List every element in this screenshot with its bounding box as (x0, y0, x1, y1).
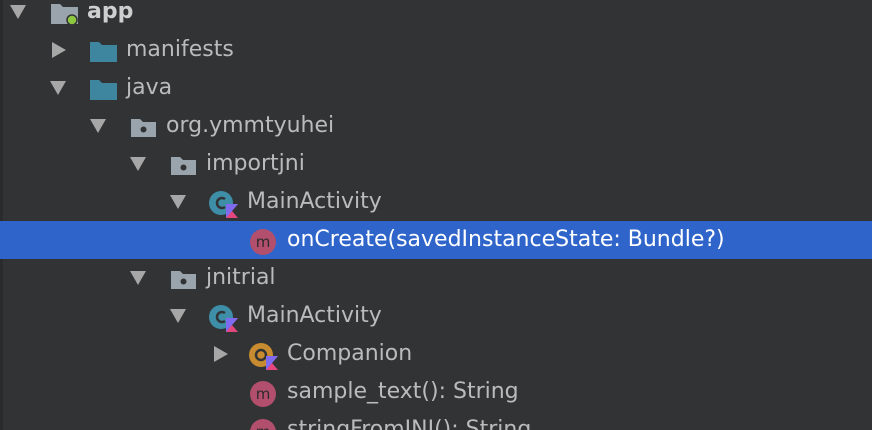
expand-arrow-icon[interactable] (130, 157, 146, 171)
tree-node-label: jnitrial (206, 265, 276, 290)
kotlin-class-icon (208, 190, 240, 222)
expand-arrow-icon[interactable] (170, 195, 186, 209)
package-icon (129, 114, 159, 144)
tree-node-label: MainActivity (247, 189, 382, 214)
tree-node-importjni-main-activity[interactable]: MainActivity (0, 183, 872, 221)
tree-node-importjni[interactable]: importjni (0, 145, 872, 183)
tree-node-label: importjni (206, 151, 305, 176)
collapse-arrow-icon[interactable] (52, 42, 66, 58)
tree-node-label: manifests (126, 37, 234, 62)
svg-text:m: m (256, 423, 271, 430)
tree-node-manifests[interactable]: manifests (0, 31, 872, 69)
package-icon (169, 152, 199, 182)
svg-text:m: m (256, 385, 271, 403)
svg-text:m: m (256, 233, 271, 251)
folder-icon (89, 38, 119, 68)
tree-node-string-from-jni[interactable]: m stringFromJNI(): String (0, 411, 872, 430)
method-icon: m (249, 418, 277, 430)
tree-node-app[interactable]: app (0, 0, 872, 31)
folder-icon (89, 76, 119, 106)
method-icon: m (249, 380, 277, 412)
tree-node-label: MainActivity (247, 303, 382, 328)
expand-arrow-icon[interactable] (90, 119, 106, 133)
tree-node-label: org.ymmtyuhei (166, 113, 335, 138)
expand-arrow-icon[interactable] (10, 5, 26, 19)
tree-node-jnitrial-main-activity[interactable]: MainActivity (0, 297, 872, 335)
tree-node-label: app (87, 0, 134, 24)
tree-node-label: java (126, 75, 173, 100)
kotlin-class-icon (208, 304, 240, 336)
module-folder-icon (50, 0, 80, 30)
package-icon (169, 266, 199, 296)
tree-node-label: sample_text(): String (287, 379, 519, 404)
tree-node-label: onCreate(savedInstanceState: Bundle?) (287, 227, 725, 252)
tree-node-jnitrial[interactable]: jnitrial (0, 259, 872, 297)
tree-node-java[interactable]: java (0, 69, 872, 107)
tree-node-sample-text[interactable]: m sample_text(): String (0, 373, 872, 411)
expand-arrow-icon[interactable] (130, 271, 146, 285)
method-icon: m (249, 228, 277, 260)
tree-node-on-create[interactable]: m onCreate(savedInstanceState: Bundle?) (0, 221, 872, 259)
tree-node-org-ymmtyuhei[interactable]: org.ymmtyuhei (0, 107, 872, 145)
tree-node-companion[interactable]: Companion (0, 335, 872, 373)
kotlin-object-icon (248, 342, 280, 374)
expand-arrow-icon[interactable] (50, 81, 66, 95)
collapse-arrow-icon[interactable] (214, 346, 228, 362)
expand-arrow-icon[interactable] (170, 309, 186, 323)
tree-node-label: stringFromJNI(): String (287, 417, 532, 430)
project-tree: app manifests java org.ymmtyuhei importj… (0, 0, 872, 430)
tree-node-label: Companion (287, 341, 413, 366)
